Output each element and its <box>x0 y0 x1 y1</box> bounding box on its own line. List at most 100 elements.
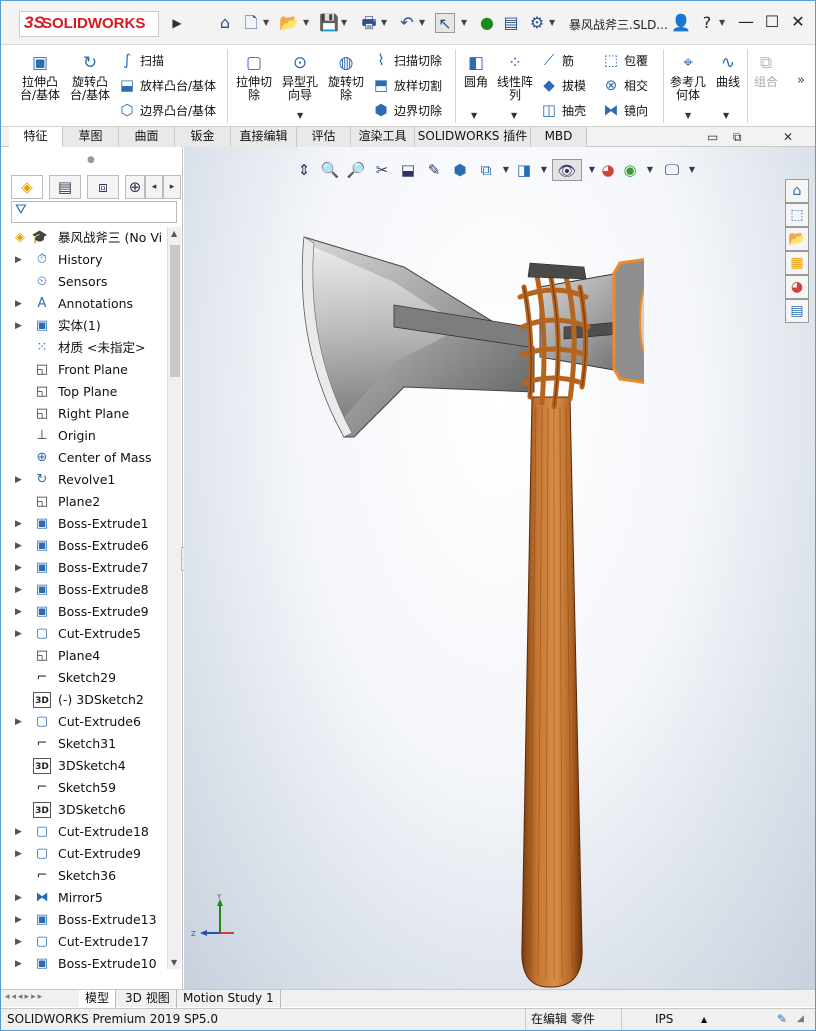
tree-item[interactable]: ◱ Front Plane <box>7 359 167 381</box>
help-icon[interactable]: ? <box>697 13 717 33</box>
tree-item[interactable]: ▶ ▢ Cut-Extrude9 <box>7 843 167 865</box>
tree-item[interactable]: ▶ ▣ Boss-Extrude9 <box>7 601 167 623</box>
expand-arrow-icon[interactable]: ▶ <box>15 931 22 953</box>
boundary-cut-button[interactable]: ⬢ 边界切除 <box>371 99 442 121</box>
solidworks-resources-icon[interactable]: ⌂ <box>785 179 809 203</box>
tab-evaluate[interactable]: 评估 <box>297 127 351 147</box>
tab-render-tools[interactable]: 渲染工具 <box>351 127 415 147</box>
minimize-button[interactable]: — <box>735 11 757 33</box>
tree-item[interactable]: ⊥ Origin <box>7 425 167 447</box>
loft-button[interactable]: ⬓ 放样凸台/基体 <box>117 74 216 96</box>
combine-button[interactable]: ⧉ 组合 <box>749 53 783 89</box>
menu-expand-icon[interactable]: ▶ <box>167 13 187 33</box>
tab-features[interactable]: 特征 <box>9 127 63 147</box>
file-explorer-icon[interactable]: 📂 <box>785 227 809 251</box>
tree-item[interactable]: ⌐ Sketch59 <box>7 777 167 799</box>
expand-arrow-icon[interactable]: ▶ <box>15 469 22 491</box>
appearances-icon[interactable]: ◕ <box>785 275 809 299</box>
tree-item[interactable]: 3D 3DSketch4 <box>7 755 167 777</box>
tab-addins[interactable]: SOLIDWORKS 插件 <box>415 127 531 147</box>
tree-root[interactable]: ◈ 🎓 暴风战斧三 (No Vi <box>7 227 167 249</box>
view-settings-dropdown-icon[interactable]: ▼ <box>682 159 702 181</box>
view-orientation-icon[interactable]: ⬢ <box>450 159 470 181</box>
tab-sheet-metal[interactable]: 钣金 <box>175 127 231 147</box>
tree-item[interactable]: ⌐ Sketch31 <box>7 733 167 755</box>
expand-arrow-icon[interactable]: ▶ <box>15 909 22 931</box>
previous-view-icon[interactable]: 🔎 <box>346 159 366 181</box>
expand-arrow-icon[interactable]: ▶ <box>15 887 22 909</box>
expand-arrow-icon[interactable]: ▶ <box>15 579 22 601</box>
tree-scrollbar[interactable]: ▲ ▼ <box>167 227 181 969</box>
tab-motion-study[interactable]: Motion Study 1 <box>177 990 281 1008</box>
user-icon[interactable]: 👤 <box>671 13 691 33</box>
swept-cut-button[interactable]: ⌇ 扫描切除 <box>371 49 442 71</box>
scroll-up-icon[interactable]: ▲ <box>171 229 177 238</box>
tab-close-icon[interactable]: ✕ <box>783 130 793 144</box>
traffic-light-icon[interactable]: ● <box>477 13 497 33</box>
hide-show-dropdown-icon[interactable]: ▼ <box>534 159 554 181</box>
expand-arrow-icon[interactable]: ▶ <box>15 821 22 843</box>
home-icon[interactable]: ⌂ <box>215 13 235 33</box>
expand-arrow-icon[interactable]: ▶ <box>15 249 22 271</box>
tree-item[interactable]: ▶ ▢ Cut-Extrude18 <box>7 821 167 843</box>
scene-dropdown-icon[interactable]: ▼ <box>640 159 660 181</box>
sweep-button[interactable]: ∫ 扫描 <box>117 49 164 71</box>
revolve-cut-button[interactable]: ◍ 旋转切 除 <box>323 53 369 102</box>
expand-arrow-icon[interactable]: ▶ <box>15 513 22 535</box>
pattern-dropdown-icon[interactable]: ▼ <box>511 111 517 120</box>
tab-minimize-icon[interactable]: ▭ <box>707 130 718 144</box>
graphics-area[interactable]: ⇕ 🔍 🔎 ✂ ⬓ ✎ ⬢ ⧉ ▼ ◨ ▼ 👁 ▼ ◕ ◉ ▼ 🖵 ▼ ⌂ ⬚ … <box>184 147 815 989</box>
extrude-boss-button[interactable]: ▣ 拉伸凸 台/基体 <box>15 53 65 102</box>
design-library-icon[interactable]: ⬚ <box>785 203 809 227</box>
expand-arrow-icon[interactable]: ▶ <box>15 315 22 337</box>
expand-arrow-icon[interactable]: ▶ <box>15 711 22 733</box>
zoom-to-area-icon[interactable]: 🔍 <box>320 159 340 181</box>
configuration-manager-tab-icon[interactable]: ⧈ <box>87 175 119 199</box>
tree-item[interactable]: ◱ Plane2 <box>7 491 167 513</box>
tree-item[interactable]: ⏲ Sensors <box>7 271 167 293</box>
tab-float-icon[interactable]: ⧉ <box>733 130 742 145</box>
view-palette-icon[interactable]: ▦ <box>785 251 809 275</box>
new-doc-icon[interactable]: 🗋 <box>241 13 261 33</box>
expand-arrow-icon[interactable]: ▶ <box>15 953 22 975</box>
tab-sketch[interactable]: 草图 <box>63 127 119 147</box>
undo-dropdown-icon[interactable]: ▼ <box>419 18 425 27</box>
tree-item[interactable]: ▶ ⧓ Mirror5 <box>7 887 167 909</box>
view-selector-icon[interactable]: ✎ <box>424 159 444 181</box>
ref-geometry-button[interactable]: ⌖ 参考几 何体 <box>667 53 709 102</box>
print-dropdown-icon[interactable]: ▼ <box>381 18 387 27</box>
apply-scene-icon[interactable]: ◕ <box>598 159 618 181</box>
tab-surfaces[interactable]: 曲面 <box>119 127 175 147</box>
tab-nav-arrows-icon[interactable]: ◂◂◂▸▸▸ <box>5 992 44 1002</box>
expand-arrow-icon[interactable]: ▶ <box>15 623 22 645</box>
tree-filter-input[interactable]: ⛛ <box>11 201 177 223</box>
section-view-icon[interactable]: ✂ <box>372 159 392 181</box>
zoom-to-fit-icon[interactable]: ⇕ <box>294 159 314 181</box>
scroll-down-icon[interactable]: ▼ <box>171 958 177 967</box>
resize-grip-icon[interactable]: ◢ <box>797 1009 804 1030</box>
gear-icon[interactable]: ⚙ <box>527 13 547 33</box>
tree-item[interactable]: ◱ Top Plane <box>7 381 167 403</box>
ref-geometry-dropdown-icon[interactable]: ▼ <box>685 111 691 120</box>
tab-mbd[interactable]: MBD <box>531 127 587 147</box>
tree-item[interactable]: 3D 3DSketch6 <box>7 799 167 821</box>
hole-wizard-button[interactable]: ⊙ 异型孔 向导 <box>277 53 323 102</box>
undo-icon[interactable]: ↶ <box>397 13 417 33</box>
expand-arrow-icon[interactable]: ▶ <box>15 293 22 315</box>
save-dropdown-icon[interactable]: ▼ <box>341 18 347 27</box>
feature-manager-tab-icon[interactable]: ◈ <box>11 175 43 199</box>
display-style-dropdown-icon[interactable]: ▼ <box>496 159 516 181</box>
help-dropdown-icon[interactable]: ▼ <box>719 18 725 27</box>
select-icon[interactable]: ↖ <box>435 13 455 33</box>
tree-item[interactable]: ⌐ Sketch36 <box>7 865 167 887</box>
save-icon[interactable]: 💾 <box>319 13 339 33</box>
expand-arrow-icon[interactable]: ▶ <box>15 535 22 557</box>
expand-arrow-icon[interactable]: ▶ <box>15 843 22 865</box>
curves-button[interactable]: ∿ 曲线 <box>711 53 745 89</box>
tree-item[interactable]: ⁙ 材质 <未指定> <box>7 337 167 359</box>
display-style-icon[interactable]: ⧉ <box>476 159 496 181</box>
tree-item[interactable]: ⌐ Sketch29 <box>7 667 167 689</box>
intersect-button[interactable]: ⊗ 相交 <box>601 74 648 96</box>
axe-model[interactable] <box>284 227 644 1007</box>
tree-item[interactable]: 3D (-) 3DSketch2 <box>7 689 167 711</box>
